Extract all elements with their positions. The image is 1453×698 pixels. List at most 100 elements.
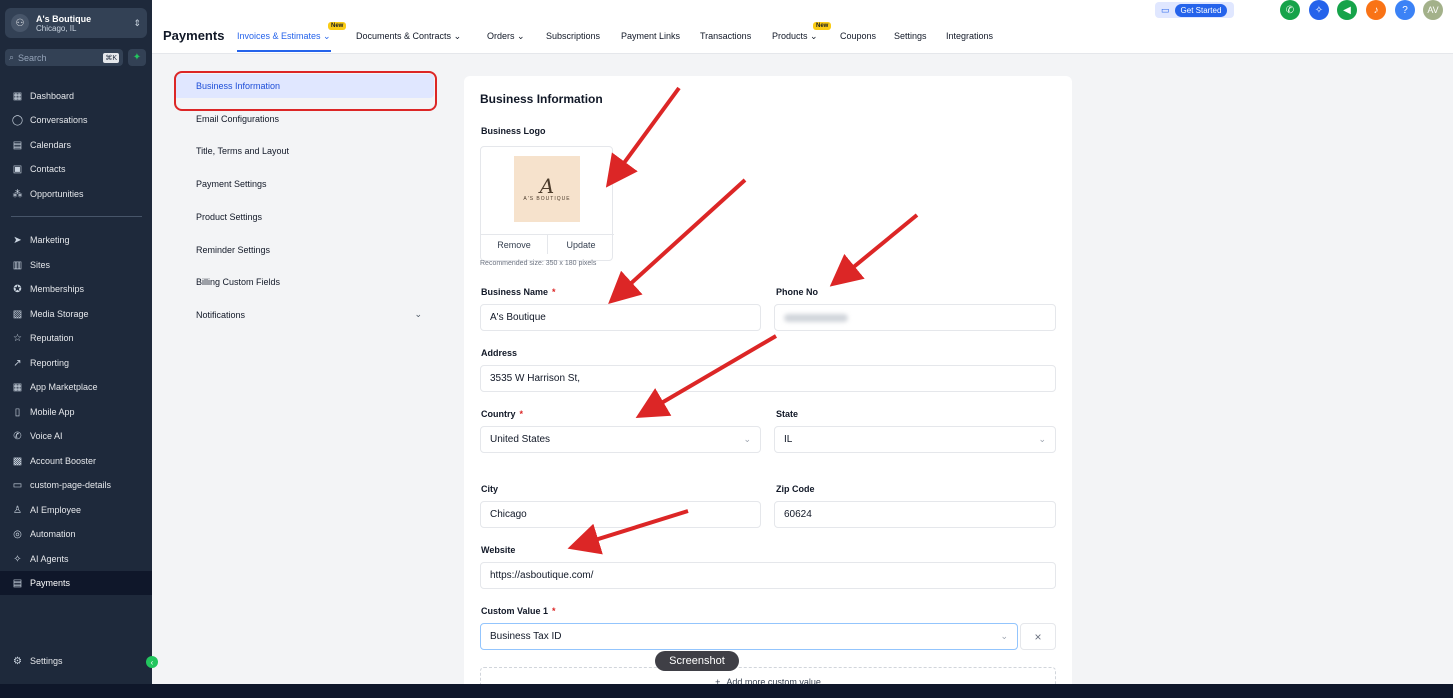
screenshot-tooltip: Screenshot	[655, 651, 739, 671]
sidebar-item-settings[interactable]: ⚙ Settings	[0, 649, 152, 673]
tab-coupons[interactable]: Coupons	[840, 31, 876, 41]
subnav-item-notifications[interactable]: Notifications ⌄	[174, 303, 434, 327]
label-text: Custom Value 1	[481, 606, 549, 616]
page-title: Payments	[163, 28, 225, 43]
notifications-button[interactable]: ♪	[1366, 0, 1386, 20]
chat-icon: ◯	[11, 114, 24, 126]
location-name: A's Boutique	[36, 13, 92, 24]
sidebar-item-account-booster[interactable]: ▩ Account Booster	[0, 449, 152, 473]
sidebar-item-label: Reputation	[30, 333, 74, 343]
announcements-button[interactable]: ◀	[1337, 0, 1357, 20]
contacts-icon: ▣	[12, 163, 23, 175]
sidebar-item-mobile-app[interactable]: ▯ Mobile App	[0, 400, 152, 424]
sidebar-item-label: Media Storage	[30, 309, 89, 319]
badge-icon: ✪	[13, 283, 22, 295]
sidebar-item-memberships[interactable]: ✪ Memberships	[0, 277, 152, 301]
new-badge: New	[813, 22, 832, 30]
sidebar-item-conversations[interactable]: ◯ Conversations	[0, 108, 152, 132]
business-name-label: Business Name *	[481, 287, 556, 297]
remove-logo-button[interactable]: Remove	[481, 235, 548, 254]
tab-payment-links[interactable]: Payment Links	[621, 31, 680, 41]
business-name-input[interactable]: A's Boutique	[480, 304, 761, 331]
sidebar-item-app-marketplace[interactable]: ▦ App Marketplace	[0, 375, 152, 399]
sidebar-item-label: Reporting	[30, 358, 70, 368]
sidebar-item-sites[interactable]: ▥ Sites	[0, 253, 152, 277]
tab-orders[interactable]: Orders ⌄	[487, 31, 525, 42]
update-logo-button[interactable]: Update	[548, 235, 614, 254]
logo-label: Business Logo	[481, 126, 546, 136]
sites-icon: ▥	[12, 259, 23, 271]
sparkle-icon: ✧	[13, 553, 22, 565]
phone-input[interactable]	[774, 304, 1056, 331]
os-taskbar	[0, 684, 1453, 698]
search-input[interactable]: ⌕ Search ⌘K	[5, 49, 123, 66]
sidebar-item-reporting[interactable]: ↗ Reporting	[0, 351, 152, 375]
recommended-size-hint: Recommended size: 350 x 180 pixels	[480, 260, 597, 267]
tab-integrations[interactable]: Integrations	[946, 31, 993, 41]
sidebar-item-label: Automation	[30, 529, 76, 539]
tab-label: Documents & Contracts	[356, 31, 452, 41]
logo-text: A'S BOUTIQUE	[523, 196, 571, 202]
country-select[interactable]: United States ⌄	[480, 426, 761, 453]
sidebar-item-voice-ai[interactable]: ✆ Voice AI	[0, 424, 152, 448]
sidebar-item-ai-employee[interactable]: ♙ AI Employee	[0, 498, 152, 522]
subnav-item-billing-custom-fields[interactable]: Billing Custom Fields	[174, 270, 434, 294]
chevron-down-icon: ⌄	[810, 31, 818, 41]
user-avatar[interactable]: AV	[1423, 0, 1443, 20]
sidebar-item-label: Marketing	[30, 235, 70, 245]
get-started-button[interactable]: ▭ Get Started	[1155, 2, 1234, 18]
phone-button[interactable]: ✆	[1280, 0, 1300, 20]
sidebar-item-label: custom-page-details	[30, 480, 112, 490]
sidebar-item-contacts[interactable]: ▣ Contacts	[0, 157, 152, 181]
zip-input[interactable]: 60624	[774, 501, 1056, 528]
magic-button[interactable]: ✧	[1309, 0, 1329, 20]
tab-products[interactable]: Products ⌄	[772, 31, 818, 42]
subnav-item-payment-settings[interactable]: Payment Settings	[174, 172, 434, 196]
sidebar-item-dashboard[interactable]: ▦ Dashboard	[0, 84, 152, 108]
sidebar-item-calendars[interactable]: ▤ Calendars	[0, 133, 152, 157]
chevron-down-icon: ⌄	[323, 31, 331, 41]
tab-invoices-estimates[interactable]: Invoices & Estimates ⌄	[237, 31, 331, 52]
new-badge: New	[328, 22, 347, 30]
sidebar-item-label: Conversations	[30, 115, 88, 125]
sidebar-item-label: Calendars	[30, 140, 72, 150]
sidebar-item-reputation[interactable]: ☆ Reputation	[0, 326, 152, 350]
switch-chevron-icon: ⇕	[133, 17, 141, 28]
sidebar-item-marketing[interactable]: ➤ Marketing	[0, 228, 152, 252]
custom-value-label: Custom Value 1 *	[481, 606, 556, 616]
subnav-item-product-settings[interactable]: Product Settings	[174, 205, 434, 229]
remove-custom-value-button[interactable]: ×	[1020, 623, 1056, 650]
annotation-highlight-box	[174, 71, 437, 111]
search-placeholder: Search	[18, 52, 47, 63]
sidebar-item-ai-agents[interactable]: ✧ AI Agents	[0, 547, 152, 571]
tab-subscriptions[interactable]: Subscriptions	[546, 31, 600, 41]
collapse-sidebar-button[interactable]: ‹	[146, 656, 158, 668]
custom-value-select[interactable]: Business Tax ID ⌄	[480, 623, 1018, 650]
help-button[interactable]: ?	[1395, 0, 1415, 20]
quick-action-button[interactable]: ✦	[128, 49, 146, 66]
city-input[interactable]: Chicago	[480, 501, 761, 528]
sidebar-item-automation[interactable]: ◎ Automation	[0, 522, 152, 546]
address-input[interactable]: 3535 W Harrison St,	[480, 365, 1056, 392]
website-input[interactable]: https://asboutique.com/	[480, 562, 1056, 589]
sidebar-item-custom-page-details[interactable]: ▭ custom-page-details	[0, 473, 152, 497]
tab-transactions[interactable]: Transactions	[700, 31, 751, 41]
sidebar-item-opportunities[interactable]: ⁂ Opportunities	[0, 182, 152, 206]
subnav-label: Product Settings	[196, 211, 263, 222]
label-text: Country	[481, 409, 516, 419]
subnav-label: Email Configurations	[196, 113, 280, 124]
subnav-label: Payment Settings	[196, 179, 267, 190]
subnav-item-title-terms-and-layout[interactable]: Title, Terms and Layout	[174, 139, 434, 163]
country-label: Country *	[481, 409, 523, 419]
location-switcher[interactable]: ⚇ A's Boutique Chicago, IL ⇕	[5, 8, 147, 38]
chart-icon: ↗	[13, 357, 22, 369]
dashboard-icon: ▦	[12, 90, 23, 102]
subnav-item-reminder-settings[interactable]: Reminder Settings	[174, 238, 434, 262]
location-city: Chicago, IL	[36, 23, 77, 33]
sidebar-item-media-storage[interactable]: ▨ Media Storage	[0, 302, 152, 326]
tab-documents-contracts[interactable]: Documents & Contracts ⌄	[356, 31, 461, 42]
phone-icon: ✆	[13, 430, 22, 442]
tab-settings[interactable]: Settings	[894, 31, 927, 41]
sidebar-item-payments[interactable]: ▤ Payments	[0, 571, 152, 595]
state-select[interactable]: IL ⌄	[774, 426, 1056, 453]
